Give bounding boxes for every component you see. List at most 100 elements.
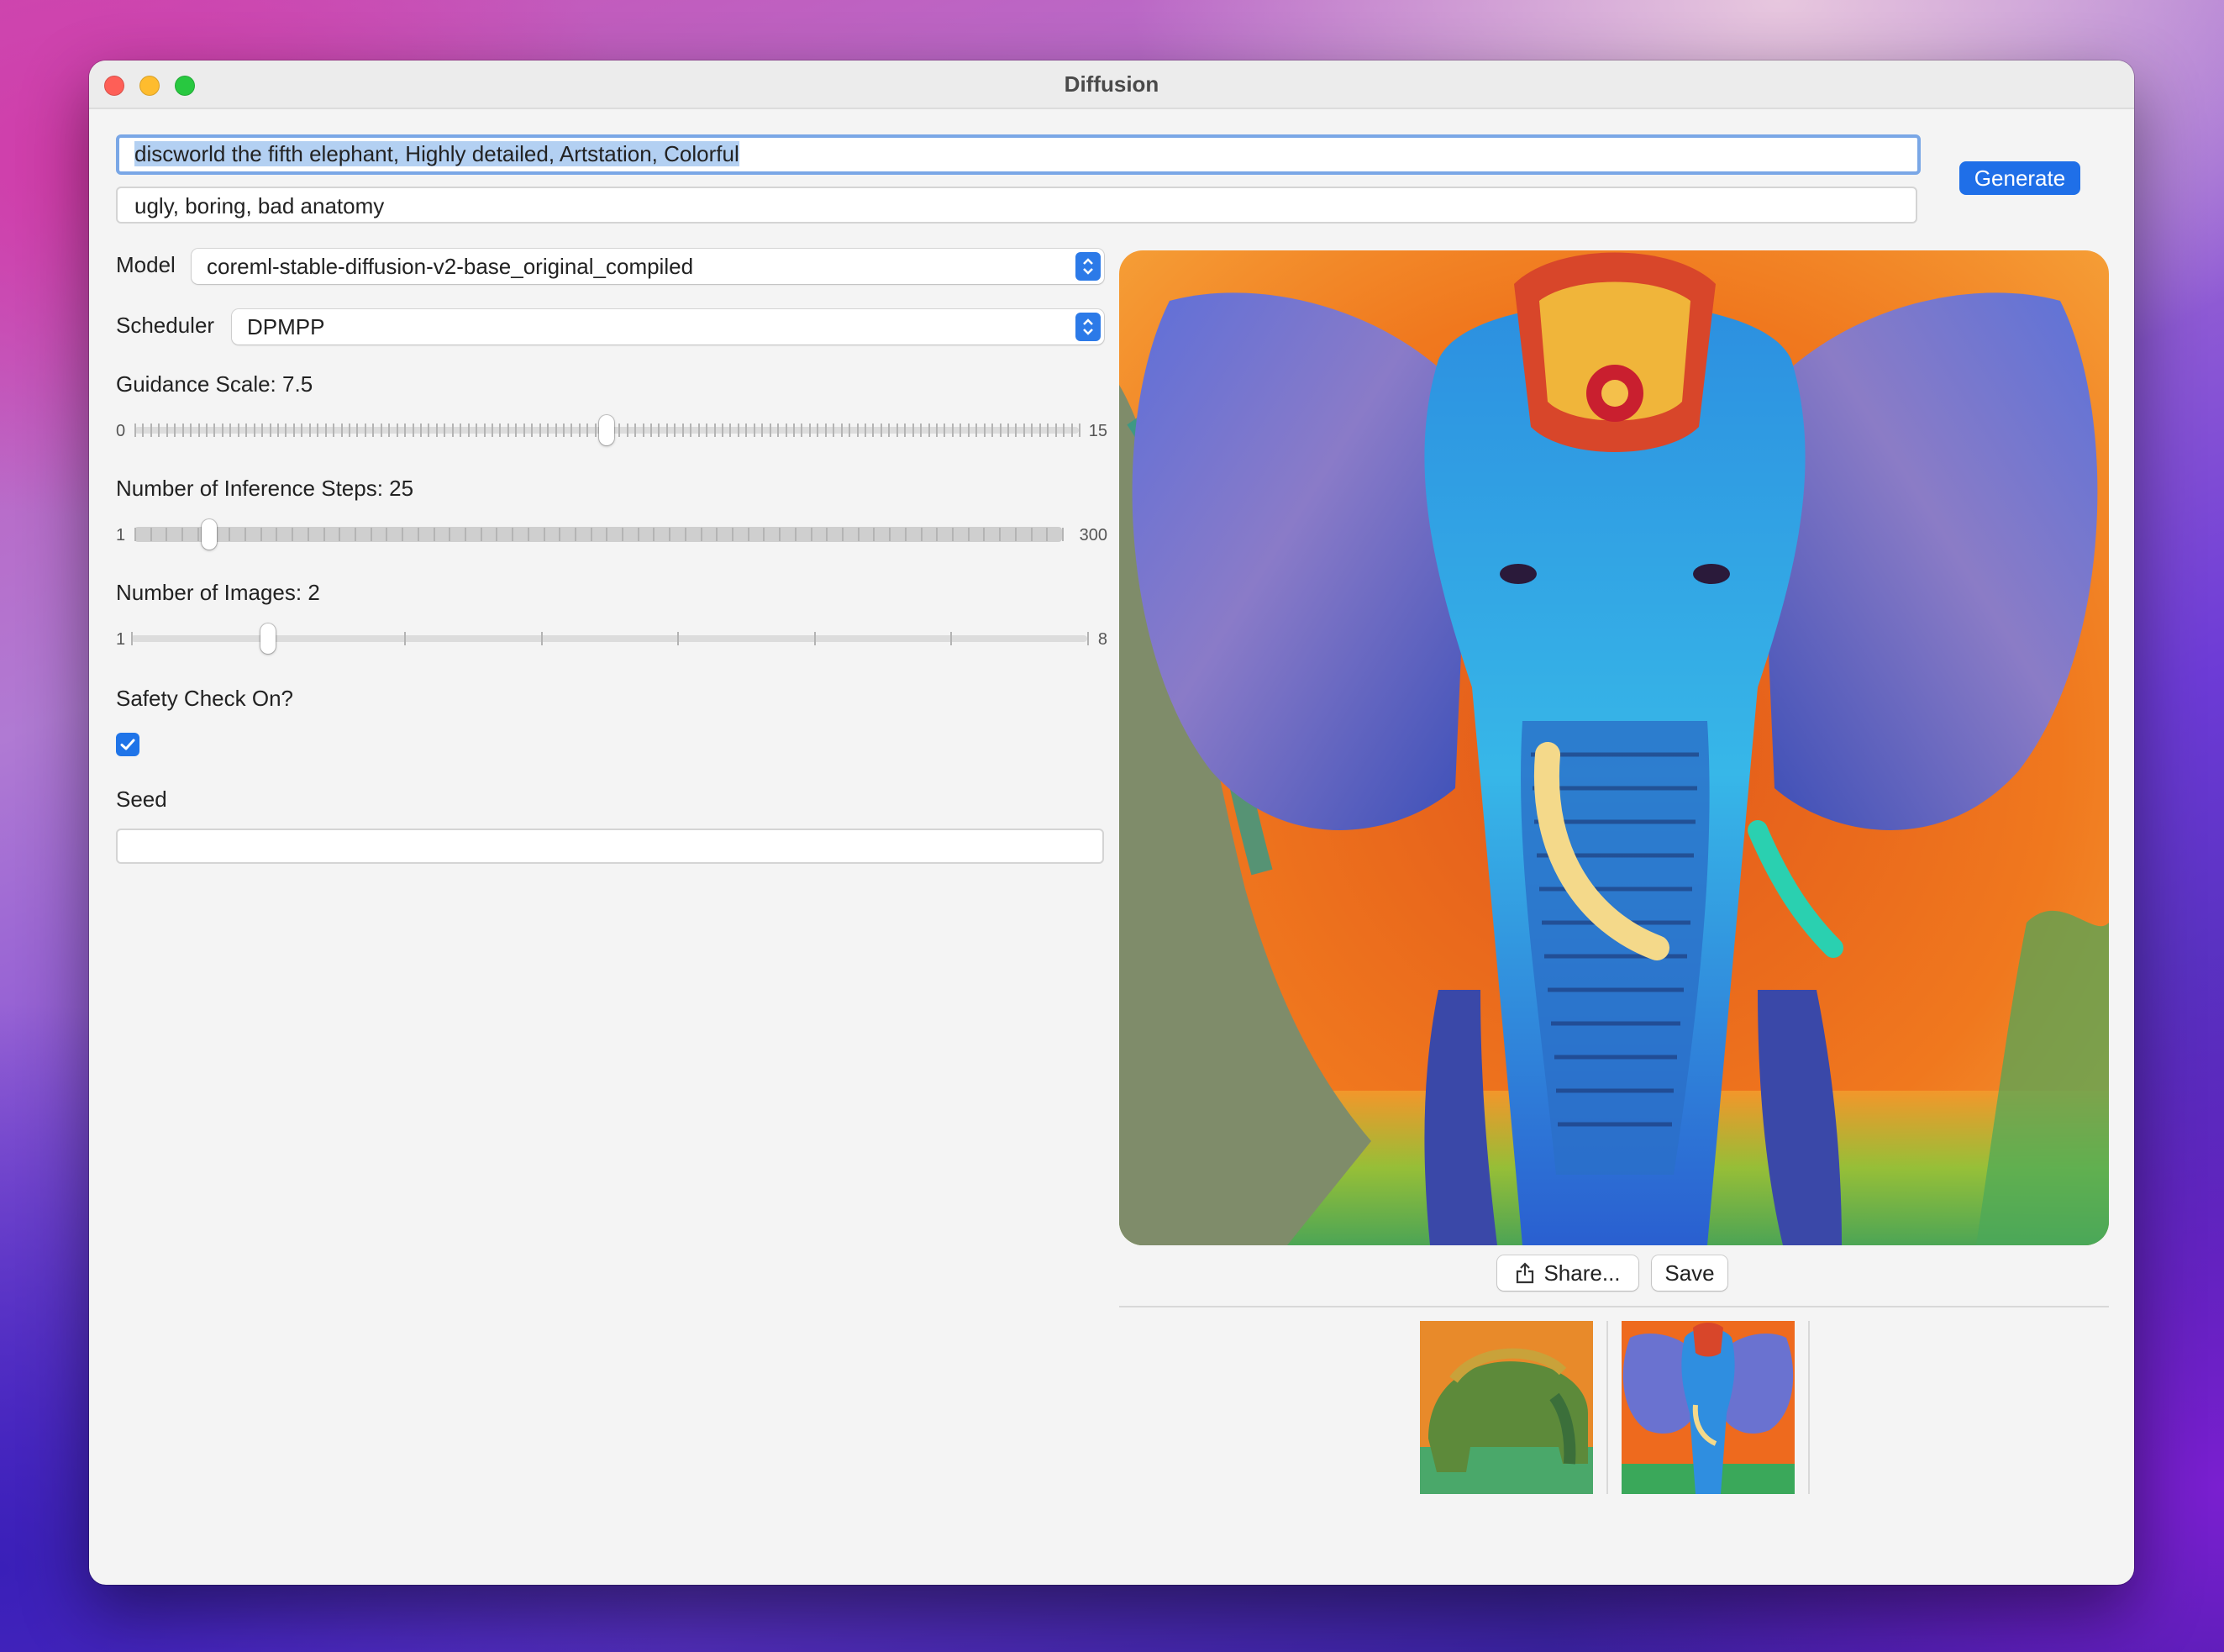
model-select[interactable]: coreml-stable-diffusion-v2-base_original…	[192, 249, 1104, 284]
slider-knob[interactable]	[260, 623, 276, 654]
zoom-window-button[interactable]	[175, 76, 195, 96]
scheduler-select[interactable]: DPMPP	[232, 309, 1104, 345]
slider-tick	[339, 528, 341, 541]
slider-track	[134, 527, 1062, 542]
slider-tick	[417, 528, 419, 541]
slider-tick	[285, 424, 287, 437]
slider-tick	[260, 528, 262, 541]
slider-tick	[396, 424, 398, 437]
slider-tick	[1062, 528, 1064, 541]
slider-tick	[1063, 424, 1065, 437]
slider-tick	[684, 528, 686, 541]
slider-tick	[817, 424, 819, 437]
slider-tick	[134, 528, 136, 541]
slider-tick	[665, 424, 668, 437]
slider-tick	[849, 424, 851, 437]
thumbnail-2[interactable]	[1622, 1321, 1795, 1494]
slider-tick	[856, 424, 859, 437]
slider-tick	[975, 424, 978, 437]
slider-tick	[354, 528, 356, 541]
slider-tick	[245, 424, 248, 437]
generated-image[interactable]	[1119, 250, 2109, 1245]
slider-tick	[896, 424, 898, 437]
slider-tick	[435, 424, 438, 437]
slider-tick	[826, 528, 828, 541]
slider-tick	[753, 424, 755, 437]
slider-tick	[1047, 424, 1049, 437]
slider-tick	[794, 528, 797, 541]
slider-tick	[499, 424, 502, 437]
slider-tick	[1007, 424, 1009, 437]
guidance-scale-slider[interactable]: 0 15	[116, 413, 1107, 447]
thumbnail-1[interactable]	[1420, 1321, 1593, 1494]
slider-tick	[150, 528, 152, 541]
slider-tick	[480, 528, 482, 541]
slider-tick	[197, 424, 200, 437]
elephant-thumbnail-1	[1420, 1321, 1593, 1494]
slider-tick	[380, 424, 382, 437]
generate-button[interactable]: Generate	[1959, 161, 2080, 195]
seed-input[interactable]	[116, 829, 1104, 864]
slider-tick	[370, 528, 372, 541]
slider-tick	[690, 424, 692, 437]
slider-tick	[174, 424, 176, 437]
slider-tick	[507, 424, 509, 437]
safety-check-checkbox[interactable]	[116, 733, 139, 756]
scheduler-label: Scheduler	[116, 313, 215, 338]
number-of-images-slider[interactable]: 1 8	[116, 622, 1107, 655]
slider-tick	[864, 424, 866, 437]
slider-tick	[681, 424, 684, 437]
slider-tick	[543, 528, 545, 541]
slider-tick	[404, 424, 407, 437]
slider-tick	[523, 424, 525, 437]
slider-tick	[658, 424, 660, 437]
slider-tick	[496, 528, 498, 541]
slider-knob[interactable]	[599, 415, 614, 445]
slider-tick	[158, 424, 160, 437]
chevron-updown-icon	[1075, 252, 1101, 281]
slider-tick	[449, 528, 451, 541]
slider-tick	[559, 528, 561, 541]
model-select-value: coreml-stable-diffusion-v2-base_original…	[207, 254, 694, 279]
slider-tick	[476, 424, 478, 437]
slider-tick	[142, 424, 145, 437]
slider-tick	[721, 424, 723, 437]
slider-tick	[349, 424, 351, 437]
elephant-thumbnail-2	[1622, 1321, 1795, 1494]
slider-tick	[190, 424, 192, 437]
slider-tick	[1014, 528, 1017, 541]
slider-tick	[637, 528, 639, 541]
slider-tick	[531, 424, 534, 437]
slider-min-label: 0	[116, 422, 126, 440]
slider-tick	[578, 424, 581, 437]
share-button[interactable]: Share...	[1497, 1255, 1638, 1291]
slider-tick	[244, 528, 246, 541]
slider-tick	[181, 424, 184, 437]
slider-tick	[777, 424, 780, 437]
slider-knob[interactable]	[201, 519, 217, 550]
slider-tick	[166, 528, 168, 541]
slider-max-label: 300	[1079, 526, 1107, 545]
slider-tick	[323, 528, 325, 541]
save-button[interactable]: Save	[1652, 1255, 1727, 1291]
prompt-input[interactable]: discworld the fifth elephant, Highly det…	[116, 134, 1921, 175]
slider-tick	[276, 528, 278, 541]
slider-tick	[292, 424, 295, 437]
share-icon	[1517, 1262, 1534, 1284]
slider-tick	[716, 528, 718, 541]
minimize-window-button[interactable]	[139, 76, 160, 96]
slider-tick	[808, 424, 811, 437]
slider-tick	[626, 424, 628, 437]
negative-prompt-input[interactable]: ugly, boring, bad anatomy	[116, 187, 1917, 224]
slider-tick	[912, 424, 914, 437]
close-window-button[interactable]	[104, 76, 124, 96]
slider-tick	[340, 424, 343, 437]
slider-tick	[1038, 424, 1041, 437]
slider-tick	[420, 424, 423, 437]
slider-tick	[642, 424, 644, 437]
guidance-scale-label: Guidance Scale: 7.5	[116, 371, 313, 397]
slider-tick	[181, 528, 184, 541]
inference-steps-slider[interactable]: 1 300	[116, 518, 1107, 551]
slider-tick	[935, 424, 938, 437]
slider-tick	[944, 424, 946, 437]
